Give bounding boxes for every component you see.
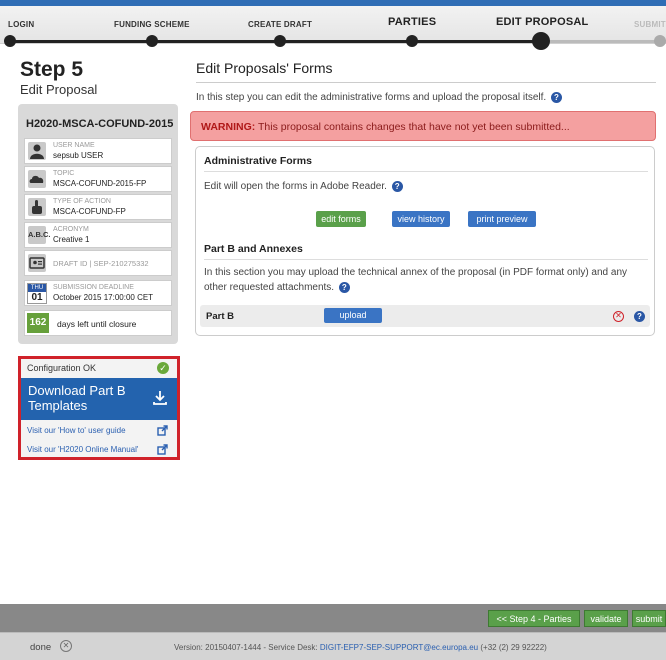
draft-id: DRAFT ID | SEP-210275332 xyxy=(53,259,149,268)
part-b-text: In this section you may upload the techn… xyxy=(204,265,644,295)
status-done: done xyxy=(30,642,52,653)
abc-icon: A.B.C. xyxy=(28,226,51,244)
proposal-code: H2020-MSCA-COFUND-2015 xyxy=(26,118,174,130)
acronym-label: ACRONYM xyxy=(53,226,89,233)
warning-banner: WARNING: This proposal contains changes … xyxy=(190,111,656,141)
page-title: Edit Proposals' Forms xyxy=(196,60,333,76)
topic-value: MSCA-COFUND-2015-FP xyxy=(53,179,147,188)
step-dot-parties xyxy=(406,35,418,47)
part-b-text-body: In this section you may upload the techn… xyxy=(204,267,628,293)
warning-message: This proposal contains changes that have… xyxy=(257,121,570,133)
title-divider xyxy=(196,82,656,83)
step-dot-draft xyxy=(274,35,286,47)
days-left-row: 162 days left until closure xyxy=(24,310,172,336)
deadline-value: October 2015 17:00:00 CET xyxy=(53,293,154,302)
online-manual-link[interactable]: Visit our 'H2020 Online Manual' xyxy=(27,445,138,454)
step-funding-scheme[interactable]: FUNDING SCHEME xyxy=(114,20,190,29)
part-b-templates-box: Configuration OK ✓ Download Part B Templ… xyxy=(18,356,180,460)
deadline-weekday: THU xyxy=(28,284,46,292)
delete-icon[interactable]: ✕ xyxy=(613,311,624,322)
deadline-label: SUBMISSION DEADLINE xyxy=(53,284,134,291)
step-parties[interactable]: PARTIES xyxy=(388,16,436,28)
view-history-button[interactable]: view history xyxy=(392,211,450,227)
forms-panel: Administrative Forms Edit will open the … xyxy=(195,146,655,336)
download-icon xyxy=(153,390,167,410)
version-text: Version: 20150407-1444 - Service Desk: xyxy=(174,643,318,652)
username-value: sepsub USER xyxy=(53,151,104,160)
validate-button[interactable]: validate xyxy=(584,610,628,627)
topic-label: TOPIC xyxy=(53,170,75,177)
step-dot-submit xyxy=(654,35,666,47)
intro-text-body: In this step you can edit the administra… xyxy=(196,92,547,104)
upload-button[interactable]: upload xyxy=(324,308,382,323)
step-create-draft[interactable]: CREATE DRAFT xyxy=(248,20,312,29)
days-left-count: 162 xyxy=(27,313,49,333)
status-close-icon[interactable]: ✕ xyxy=(60,640,72,652)
id-card-icon xyxy=(28,254,46,272)
config-status: Configuration OK xyxy=(27,363,97,373)
help-icon[interactable]: ? xyxy=(550,92,562,103)
days-left-text: days left until closure xyxy=(57,319,137,329)
username-row: USER NAME sepsub USER xyxy=(24,138,172,164)
admin-forms-text-body: Edit will open the forms in Adobe Reader… xyxy=(204,181,387,192)
topic-row: TOPIC MSCA-COFUND-2015-FP xyxy=(24,166,172,192)
cloud-icon xyxy=(28,170,46,188)
edit-forms-button[interactable]: edit forms xyxy=(316,211,366,227)
acronym-value: Creative 1 xyxy=(53,235,90,244)
step-subtitle: Edit Proposal xyxy=(20,82,98,97)
step-submit: SUBMIT xyxy=(634,20,666,29)
username-label: USER NAME xyxy=(53,142,95,149)
draft-id-row: DRAFT ID | SEP-210275332 xyxy=(24,250,172,276)
hand-pointer-icon xyxy=(28,198,46,216)
warning-text: WARNING: This proposal contains changes … xyxy=(201,121,570,133)
help-icon[interactable]: ? xyxy=(338,281,350,293)
download-part-b-button[interactable]: Download Part B Templates xyxy=(21,378,177,420)
service-desk-phone: (+32 (2) 29 92222) xyxy=(480,643,547,652)
step-dot-funding xyxy=(146,35,158,47)
download-label: Download Part B Templates xyxy=(28,383,126,413)
version-info: Version: 20150407-1444 - Service Desk: D… xyxy=(174,643,547,652)
admin-forms-heading: Administrative Forms xyxy=(204,155,312,167)
part-b-divider xyxy=(204,259,648,260)
deadline-row: THU 01 SUBMISSION DEADLINE October 2015 … xyxy=(24,280,172,306)
part-b-row: Part B upload ✕ ? xyxy=(200,305,650,327)
acronym-row: A.B.C. ACRONYM Creative 1 xyxy=(24,222,172,248)
steps-progress-bar: LOGIN FUNDING SCHEME CREATE DRAFT PARTIE… xyxy=(0,6,666,50)
check-icon: ✓ xyxy=(157,362,169,374)
step-dot-login xyxy=(4,35,16,47)
part-b-label: Part B xyxy=(206,311,234,322)
wizard-nav-bar: << Step 4 - Parties validate submit xyxy=(0,604,666,632)
calendar-icon: THU 01 xyxy=(27,283,47,304)
help-icon[interactable]: ? xyxy=(391,180,403,192)
deadline-day: 01 xyxy=(31,292,43,303)
status-bar: done ✕ Version: 20150407-1444 - Service … xyxy=(0,632,666,660)
warning-label: WARNING: xyxy=(201,121,256,133)
service-desk-email[interactable]: DIGIT-EFP7-SEP-SUPPORT@ec.europa.eu xyxy=(320,643,478,652)
submit-button[interactable]: submit xyxy=(632,610,666,627)
part-b-heading: Part B and Annexes xyxy=(204,243,303,255)
intro-text: In this step you can edit the administra… xyxy=(196,92,562,103)
admin-forms-divider xyxy=(204,171,648,172)
type-of-action-row: TYPE OF ACTION MSCA-COFUND-FP xyxy=(24,194,172,220)
print-preview-button[interactable]: print preview xyxy=(468,211,536,227)
step-title: Step 5 xyxy=(20,58,84,81)
progress-line-todo xyxy=(540,40,666,43)
user-icon xyxy=(28,142,46,160)
type-of-action-value: MSCA-COFUND-FP xyxy=(53,207,126,216)
external-link-icon[interactable] xyxy=(157,444,168,455)
admin-forms-text: Edit will open the forms in Adobe Reader… xyxy=(204,179,644,194)
help-icon[interactable]: ? xyxy=(634,311,645,322)
step-edit-proposal[interactable]: EDIT PROPOSAL xyxy=(496,16,588,28)
how-to-guide-link[interactable]: Visit our 'How to' user guide xyxy=(27,426,126,435)
step-login[interactable]: LOGIN xyxy=(8,20,34,29)
external-link-icon[interactable] xyxy=(157,425,168,436)
step-dot-edit-proposal xyxy=(532,32,550,50)
type-of-action-label: TYPE OF ACTION xyxy=(53,198,111,205)
back-to-parties-button[interactable]: << Step 4 - Parties xyxy=(488,610,580,627)
proposal-info-panel: H2020-MSCA-COFUND-2015 USER NAME sepsub … xyxy=(18,104,178,344)
